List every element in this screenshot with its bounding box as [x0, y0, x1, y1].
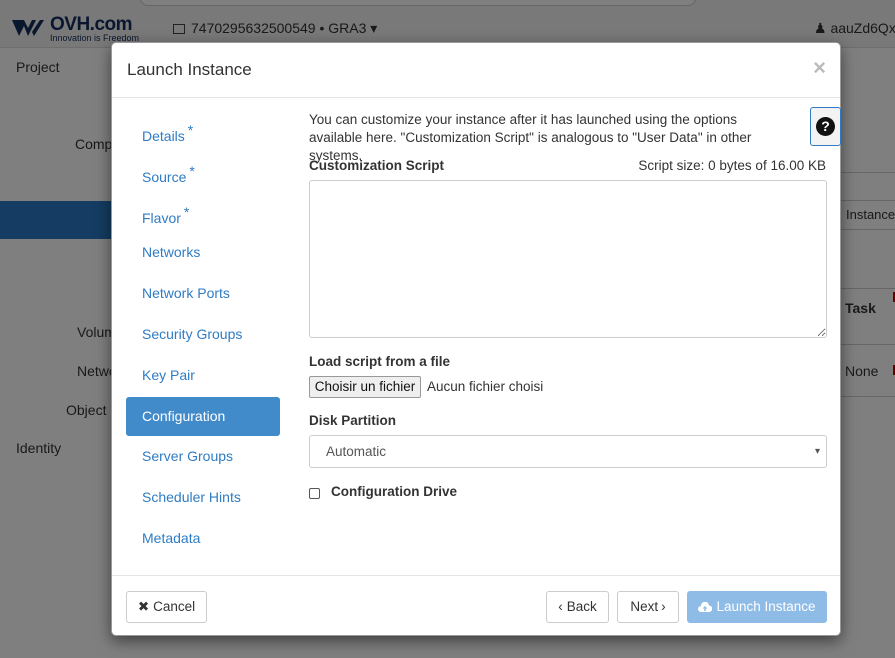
step-label: Key Pair [142, 366, 195, 383]
step-label: Server Groups [142, 448, 234, 465]
disk-partition-value: Automatic [326, 444, 387, 459]
required-marker: * [183, 203, 190, 220]
question-icon: ? [816, 117, 835, 136]
back-label: Back [566, 599, 597, 614]
launch-label: Launch Instance [716, 599, 816, 614]
help-button[interactable]: ? [810, 107, 841, 146]
step-label: Network Ports [142, 285, 230, 302]
step-source[interactable]: Source * [126, 152, 280, 191]
step-details[interactable]: Details * [126, 111, 280, 150]
step-label: Networks [142, 244, 201, 261]
step-label: Details [142, 128, 185, 144]
step-label: Flavor [142, 209, 181, 226]
step-flavor[interactable]: Flavor * [126, 193, 280, 232]
step-label: Metadata [142, 529, 201, 546]
script-size-text: Script size: 0 bytes of 16.00 KB [638, 158, 826, 173]
configuration-drive-checkbox[interactable] [309, 488, 320, 499]
modal-title: Launch Instance [127, 60, 252, 79]
step-metadata[interactable]: Metadata [126, 519, 280, 558]
configuration-drive-label[interactable]: Configuration Drive [331, 484, 457, 499]
step-key-pair[interactable]: Key Pair [126, 356, 280, 395]
chevron-down-icon: ▾ [814, 446, 820, 457]
choose-file-button[interactable]: Choisir un fichier [309, 376, 421, 398]
step-configuration[interactable]: Configuration [126, 396, 280, 436]
modal-header: Launch Instance × [112, 43, 840, 98]
close-icon[interactable]: × [813, 55, 826, 81]
step-security-groups[interactable]: Security Groups [126, 315, 280, 354]
file-status-text: Aucun fichier choisi [427, 379, 544, 394]
step-label: Security Groups [142, 325, 243, 342]
customization-script-input[interactable] [309, 180, 827, 338]
back-button[interactable]: ‹ Back [546, 591, 609, 623]
required-marker: * [187, 122, 194, 138]
wizard-steps: Details * Source * Flavor * Networks Networ… [126, 111, 280, 560]
step-network-ports[interactable]: Network Ports [126, 274, 280, 313]
disk-partition-select[interactable]: Automatic ▾ [309, 435, 827, 468]
disk-partition-label: Disk Partition [309, 413, 397, 428]
customization-script-label: Customization Script [309, 158, 445, 173]
next-label: Next [630, 599, 659, 614]
step-label: Source [142, 168, 187, 185]
close-icon: ✖ [137, 599, 150, 614]
launch-instance-button[interactable]: Launch Instance [687, 591, 827, 623]
step-label: Scheduler Hints [142, 489, 241, 506]
intro-text: You can customize your instance after it… [309, 112, 752, 163]
chevron-left-icon: ‹ [558, 599, 563, 614]
step-networks[interactable]: Networks [126, 233, 280, 272]
load-script-label: Load script from a file [309, 354, 451, 369]
launch-instance-dialog: Launch Instance × Details * Source * Flavo… [111, 42, 841, 636]
chevron-right-icon: › [661, 599, 666, 614]
required-marker: * [189, 162, 195, 179]
step-content: You can customize your instance after it… [309, 111, 827, 165]
step-label: Configuration [142, 407, 226, 424]
cancel-button[interactable]: ✖ Cancel [126, 591, 207, 623]
step-scheduler-hints[interactable]: Scheduler Hints [126, 478, 280, 517]
next-button[interactable]: Next › [617, 591, 679, 623]
cancel-label: Cancel [153, 599, 196, 614]
modal-footer-divider [112, 575, 840, 576]
step-server-groups[interactable]: Server Groups [126, 437, 280, 476]
cloud-upload-icon [698, 602, 713, 612]
